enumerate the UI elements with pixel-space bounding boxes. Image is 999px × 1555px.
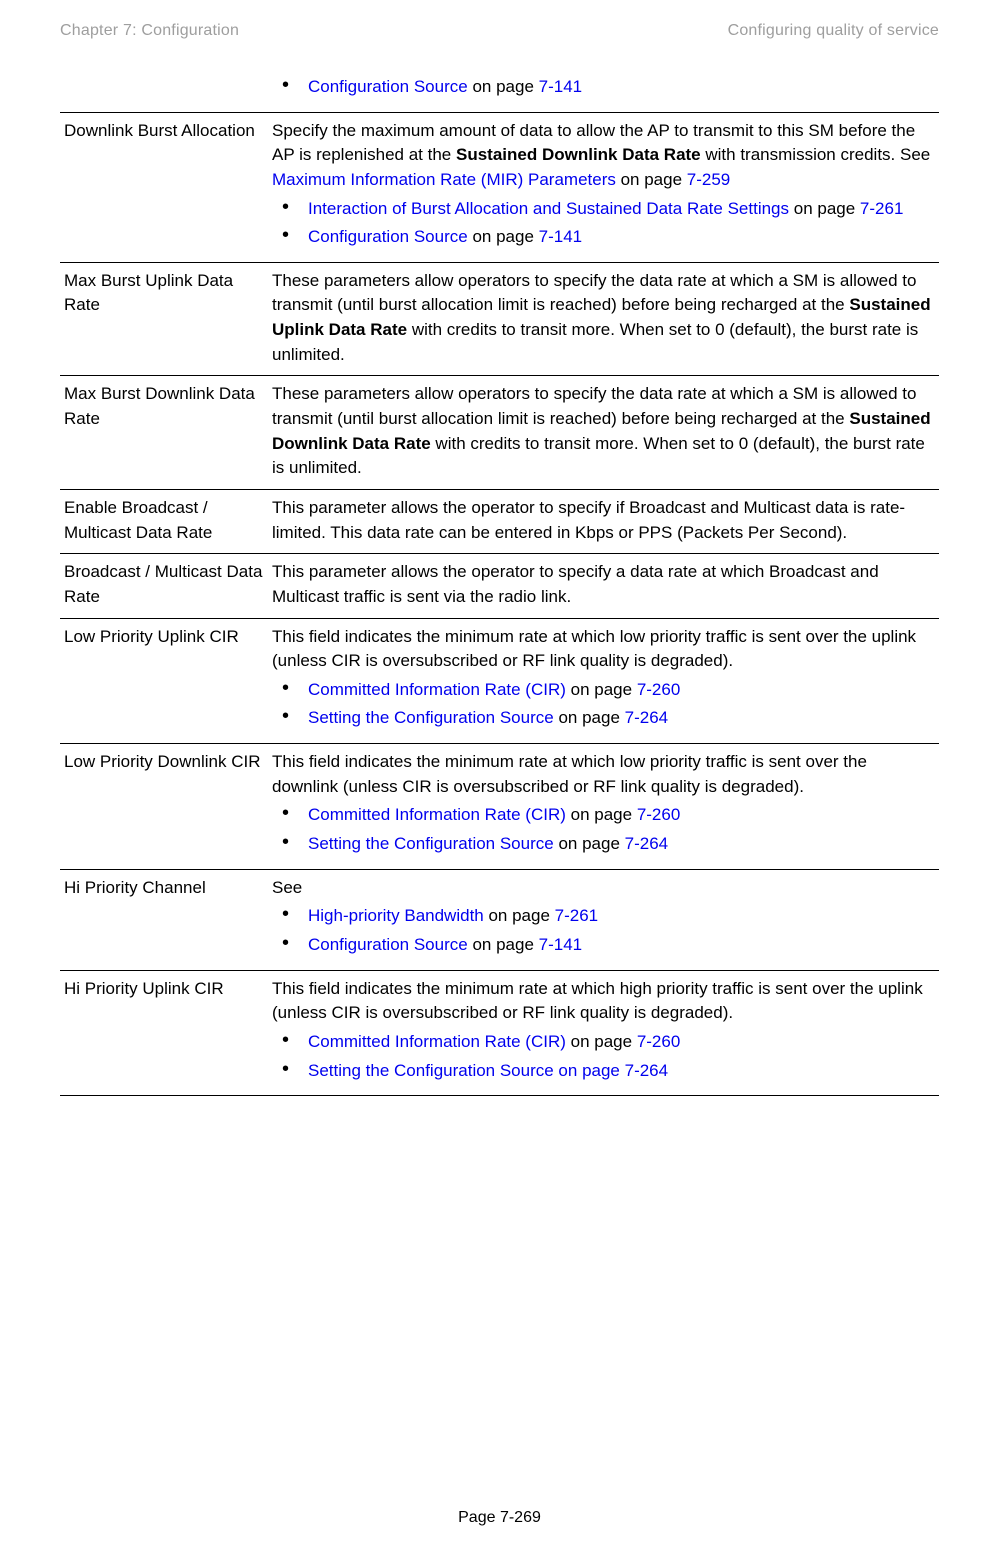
text: This field indicates the minimum rate at… [272,979,923,1023]
link-interaction-burst[interactable]: Interaction of Burst Allocation and Sust… [308,199,789,218]
text: on page [554,708,625,727]
attr-cell: Hi Priority Uplink CIR [60,970,268,1096]
header-left: Chapter 7: Configuration [60,22,239,40]
link-mir-parameters[interactable]: Maximum Information Rate (MIR) Parameter… [272,170,616,189]
attr-cell: Enable Broadcast / Multicast Data Rate [60,489,268,553]
link-configuration-source[interactable]: Configuration Source [308,77,468,96]
bullet-list: Committed Information Rate (CIR) on page… [272,1030,935,1083]
link-setting-config-source[interactable]: Setting the Configuration Source on page… [308,1061,668,1080]
list-item: Setting the Configuration Source on page… [272,832,935,857]
page-footer: Page 7-269 [0,1509,999,1527]
table-row: Hi Priority Channel See High-priority Ba… [60,869,939,970]
list-item: High-priority Bandwidth on page 7-261 [272,904,935,929]
attr-cell: Max Burst Downlink Data Rate [60,376,268,490]
link-page-ref[interactable]: 7-260 [637,805,680,824]
text: on page [484,906,555,925]
link-setting-config-source[interactable]: Setting the Configuration Source [308,834,554,853]
link-configuration-source[interactable]: Configuration Source [308,227,468,246]
list-item: Committed Information Rate (CIR) on page… [272,1030,935,1055]
link-page-ref[interactable]: 7-260 [637,680,680,699]
list-item: Committed Information Rate (CIR) on page… [272,678,935,703]
text: on page [789,199,860,218]
link-cir[interactable]: Committed Information Rate (CIR) [308,805,566,824]
table-row: Low Priority Uplink CIR This field indic… [60,618,939,744]
desc-cell: This parameter allows the operator to sp… [268,554,939,618]
table-row: Configuration Source on page 7-141 [60,65,939,113]
text: on page [554,834,625,853]
text: See [272,878,302,897]
link-page-ref[interactable]: 7-141 [539,227,582,246]
page-container: Chapter 7: Configuration Configuring qua… [0,0,999,1555]
desc-cell: This field indicates the minimum rate at… [268,618,939,744]
page-number: Page 7-269 [458,1509,541,1526]
text: This field indicates the minimum rate at… [272,627,916,671]
list-item: Configuration Source on page 7-141 [272,933,935,958]
desc-cell: Configuration Source on page 7-141 [268,65,939,113]
link-page-ref[interactable]: 7-264 [625,708,668,727]
bold-text: Sustained Downlink Data Rate [456,145,701,164]
text: on page [566,805,637,824]
desc-cell: See High-priority Bandwidth on page 7-26… [268,869,939,970]
table-row: Broadcast / Multicast Data Rate This par… [60,554,939,618]
list-item: Interaction of Burst Allocation and Sust… [272,197,935,222]
list-item: Committed Information Rate (CIR) on page… [272,803,935,828]
link-page-ref[interactable]: 7-261 [860,199,903,218]
bullet-list: Committed Information Rate (CIR) on page… [272,678,935,731]
table-row: Low Priority Downlink CIR This field ind… [60,744,939,870]
text: on page [468,935,539,954]
link-page-ref[interactable]: 7-141 [539,77,582,96]
text: These parameters allow operators to spec… [272,271,916,315]
list-item: Setting the Configuration Source on page… [272,706,935,731]
link-high-priority-bandwidth[interactable]: High-priority Bandwidth [308,906,484,925]
bullet-list: Configuration Source on page 7-141 [272,75,935,100]
table-row: Downlink Burst Allocation Specify the ma… [60,112,939,262]
list-item: Configuration Source on page 7-141 [272,225,935,250]
attr-cell [60,65,268,113]
attr-cell: Broadcast / Multicast Data Rate [60,554,268,618]
bullet-list: Committed Information Rate (CIR) on page… [272,803,935,856]
link-setting-config-source[interactable]: Setting the Configuration Source [308,708,554,727]
list-item: Setting the Configuration Source on page… [272,1059,935,1084]
desc-cell: This parameter allows the operator to sp… [268,489,939,553]
table-row: Hi Priority Uplink CIR This field indica… [60,970,939,1096]
table-row: Max Burst Uplink Data Rate These paramet… [60,262,939,376]
attr-cell: Hi Priority Channel [60,869,268,970]
table-row: Max Burst Downlink Data Rate These param… [60,376,939,490]
list-item: Configuration Source on page 7-141 [272,75,935,100]
text: These parameters allow operators to spec… [272,384,916,428]
link-cir[interactable]: Committed Information Rate (CIR) [308,680,566,699]
header-right: Configuring quality of service [728,22,939,40]
desc-cell: These parameters allow operators to spec… [268,262,939,376]
link-page-ref[interactable]: 7-260 [637,1032,680,1051]
link-page-ref[interactable]: 7-259 [687,170,730,189]
desc-cell: Specify the maximum amount of data to al… [268,112,939,262]
bullet-list: Interaction of Burst Allocation and Sust… [272,197,935,250]
attr-cell: Downlink Burst Allocation [60,112,268,262]
bullet-list: High-priority Bandwidth on page 7-261 Co… [272,904,935,957]
attr-cell: Low Priority Uplink CIR [60,618,268,744]
text: on page [566,1032,637,1051]
link-page-ref[interactable]: 7-264 [625,834,668,853]
attr-cell: Low Priority Downlink CIR [60,744,268,870]
link-configuration-source[interactable]: Configuration Source [308,935,468,954]
desc-cell: These parameters allow operators to spec… [268,376,939,490]
text: on page [616,170,687,189]
link-page-ref[interactable]: 7-141 [539,935,582,954]
text: on page [468,227,539,246]
text: on page [468,77,539,96]
link-page-ref[interactable]: 7-261 [555,906,598,925]
page-header: Chapter 7: Configuration Configuring qua… [60,22,939,40]
text: This field indicates the minimum rate at… [272,752,867,796]
text: on page [566,680,637,699]
text: with transmission credits. See [701,145,931,164]
table-row: Enable Broadcast / Multicast Data Rate T… [60,489,939,553]
link-cir[interactable]: Committed Information Rate (CIR) [308,1032,566,1051]
parameter-table: Configuration Source on page 7-141 Downl… [60,64,939,1096]
desc-cell: This field indicates the minimum rate at… [268,970,939,1096]
attr-cell: Max Burst Uplink Data Rate [60,262,268,376]
desc-cell: This field indicates the minimum rate at… [268,744,939,870]
